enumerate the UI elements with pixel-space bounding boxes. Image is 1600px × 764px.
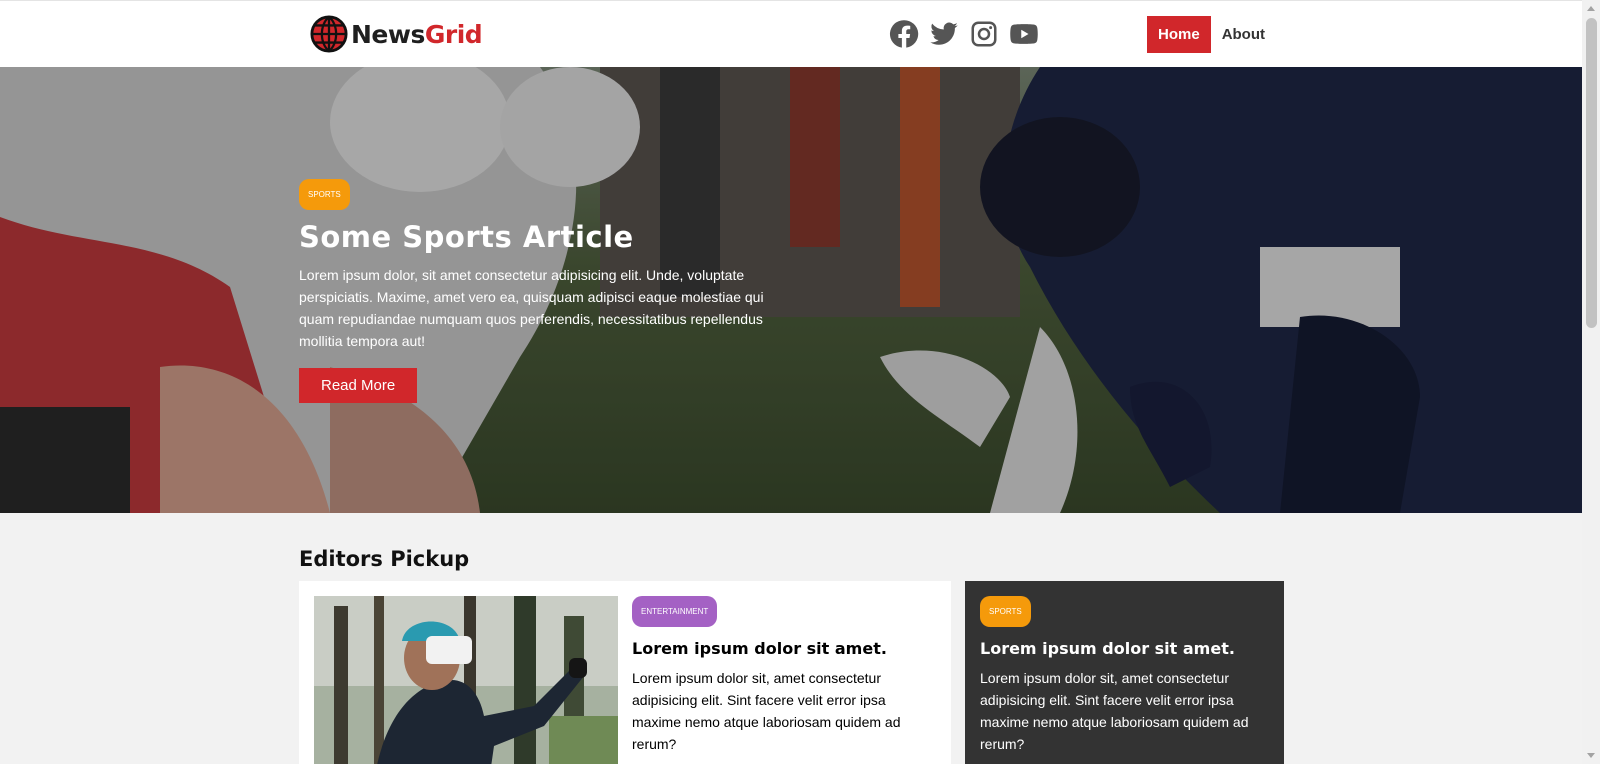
card-category-badge[interactable]: ENTERTAINMENT [632,596,718,627]
hero-excerpt: Lorem ipsum dolor, sit amet consectetur … [299,267,764,349]
nav-home[interactable]: Home [1147,16,1211,53]
card-category-badge[interactable]: SPORTS [980,596,1031,627]
card-image[interactable] [314,596,618,764]
card-body: SPORTS Lorem ipsum dolor sit amet. Lorem… [980,596,1270,755]
globe-icon [310,15,348,53]
card-title[interactable]: Lorem ipsum dolor sit amet. [980,639,1270,658]
main-nav: Home About [1147,16,1265,53]
hero-title: Some Sports Article [299,220,634,254]
hero-category-badge[interactable]: SPORTS [299,179,350,210]
instagram-icon[interactable] [968,18,999,49]
read-more-button[interactable]: Read More [299,368,418,403]
card-excerpt: Lorem ipsum dolor sit, amet consectetur … [632,670,901,752]
hero-banner: SPORTS Some Sports Article Lorem ipsum d… [0,67,1582,513]
youtube-icon[interactable] [1008,18,1039,49]
hero-overlay [0,67,1582,513]
scroll-up-arrow-icon[interactable] [1587,6,1595,11]
site-header: NewsGrid Home About [0,0,1582,67]
card-body: ENTERTAINMENT Lorem ipsum dolor sit amet… [632,596,932,755]
scroll-down-arrow-icon[interactable] [1587,753,1595,758]
facebook-icon[interactable] [888,18,919,49]
logo-text-news: News [351,19,425,49]
site-logo[interactable]: NewsGrid [310,15,483,53]
social-links [888,18,1039,49]
logo-text-grid: Grid [424,19,483,49]
card-title[interactable]: Lorem ipsum dolor sit amet. [632,639,932,658]
scrollbar-thumb[interactable] [1586,18,1597,328]
page-scrollbar[interactable] [1582,0,1600,764]
editors-pickup-title: Editors Pickup [299,547,470,571]
editors-main-card[interactable]: ENTERTAINMENT Lorem ipsum dolor sit amet… [299,581,951,764]
twitter-icon[interactable] [928,18,959,49]
hero-content: SPORTS Some Sports Article Lorem ipsum d… [299,179,789,403]
editors-side-card[interactable]: SPORTS Lorem ipsum dolor sit amet. Lorem… [965,581,1284,764]
card-excerpt: Lorem ipsum dolor sit, amet consectetur … [980,670,1249,752]
nav-about[interactable]: About [1222,26,1265,43]
